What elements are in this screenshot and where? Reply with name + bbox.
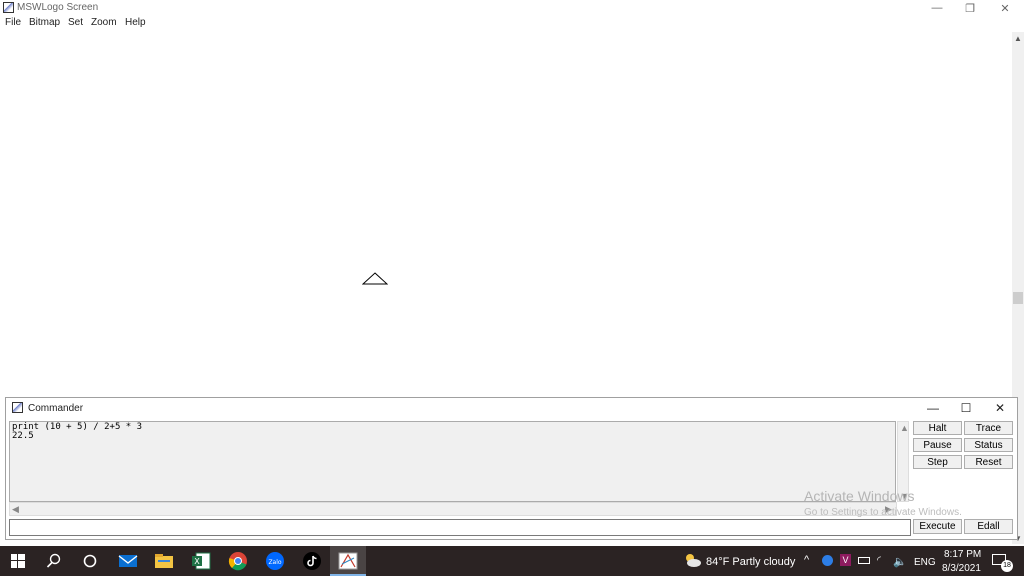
weather-text[interactable]: 84°F Partly cloudy xyxy=(706,556,795,568)
output-scroll-up-icon[interactable]: ▲ xyxy=(900,423,909,433)
clock-time[interactable]: 8:17 PM xyxy=(944,549,981,560)
close-button[interactable]: ✕ xyxy=(990,0,1020,16)
step-button[interactable]: Step xyxy=(913,455,962,469)
output-horizontal-scrollbar[interactable] xyxy=(9,502,897,516)
task-view-icon[interactable] xyxy=(78,550,102,572)
clock-date[interactable]: 8/3/2021 xyxy=(942,563,981,574)
title-bar xyxy=(0,0,1024,16)
commander-maximize-button[interactable]: ☐ xyxy=(951,399,981,417)
trace-button[interactable]: Trace xyxy=(964,421,1013,435)
activate-windows-subtitle: Go to Settings to activate Windows. xyxy=(804,507,962,518)
battery-icon[interactable] xyxy=(858,557,870,564)
windows-start-icon[interactable] xyxy=(6,550,30,572)
menu-set[interactable]: Set xyxy=(68,17,83,28)
activate-windows-watermark: Activate Windows xyxy=(804,488,915,504)
menu-bitmap[interactable]: Bitmap xyxy=(29,17,60,28)
commander-minimize-button[interactable]: — xyxy=(918,399,948,417)
tiktok-icon[interactable] xyxy=(300,550,324,572)
excel-icon[interactable]: X xyxy=(189,550,213,572)
menu-bar xyxy=(0,16,1024,32)
scroll-up-icon[interactable]: ▲ xyxy=(1012,34,1024,44)
status-button[interactable]: Status xyxy=(964,438,1013,452)
output-scroll-left-icon[interactable]: ◀ xyxy=(12,504,19,515)
weather-icon[interactable] xyxy=(682,552,702,571)
menu-help[interactable]: Help xyxy=(125,17,146,28)
reset-button[interactable]: Reset xyxy=(964,455,1013,469)
zalo-icon[interactable]: Zalo xyxy=(263,550,287,572)
drawing-canvas[interactable] xyxy=(0,32,1012,396)
notification-badge: 18 xyxy=(1001,560,1013,572)
search-icon[interactable] xyxy=(42,550,66,572)
commander-title: Commander xyxy=(28,403,84,414)
commander-close-button[interactable]: ✕ xyxy=(985,399,1015,417)
commander-output[interactable] xyxy=(9,421,896,502)
halt-button[interactable]: Halt xyxy=(913,421,962,435)
wifi-icon[interactable]: ◜ xyxy=(877,555,881,566)
tray-vpn-icon[interactable]: V xyxy=(840,554,851,566)
language-indicator[interactable]: ENG xyxy=(914,557,936,568)
menu-file[interactable]: File xyxy=(5,17,21,28)
minimize-button[interactable]: — xyxy=(922,0,952,16)
mail-icon[interactable] xyxy=(116,550,140,572)
pause-button[interactable]: Pause xyxy=(913,438,962,452)
turtle-icon xyxy=(362,272,388,285)
execute-button[interactable]: Execute xyxy=(913,519,962,534)
commander-output-text: print (10 + 5) / 2+5 * 3 22.5 xyxy=(12,422,143,441)
mswlogo-icon[interactable] xyxy=(336,550,360,572)
scrollbar-thumb[interactable] xyxy=(1013,292,1023,304)
menu-zoom[interactable]: Zoom xyxy=(91,17,117,28)
mswlogo-app-icon xyxy=(3,2,14,13)
tray-app-icon[interactable] xyxy=(822,555,833,566)
chrome-icon[interactable] xyxy=(226,550,250,572)
volume-icon[interactable]: 🔈 xyxy=(893,555,907,568)
zalo-label: Zalo xyxy=(268,559,281,566)
show-hidden-icons-chevron-icon[interactable]: ^ xyxy=(804,554,809,566)
file-explorer-icon[interactable] xyxy=(152,550,176,572)
command-input[interactable] xyxy=(9,519,911,536)
svg-text:X: X xyxy=(194,557,200,566)
edall-button[interactable]: Edall xyxy=(964,519,1013,534)
window-title: MSWLogo Screen xyxy=(17,2,99,13)
maximize-button[interactable]: ❐ xyxy=(955,0,985,16)
commander-icon xyxy=(12,402,23,413)
